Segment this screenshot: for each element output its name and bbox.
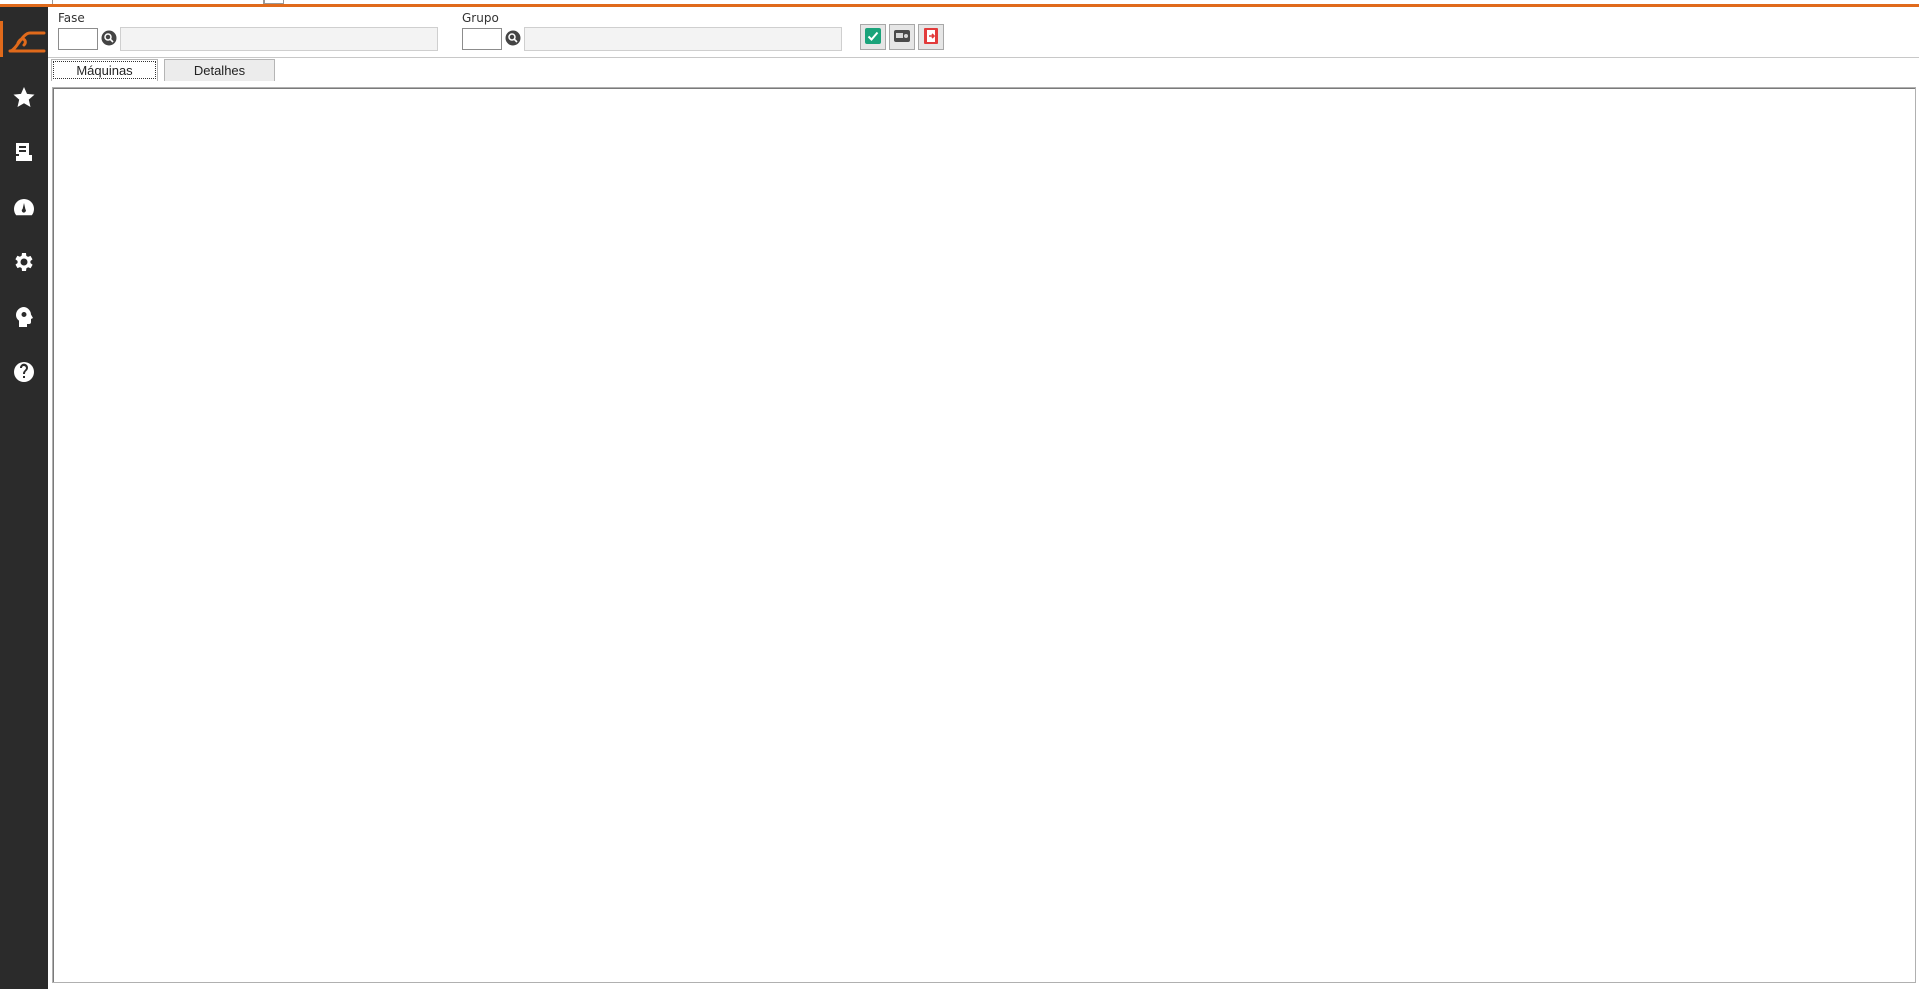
- machines-panel: [52, 87, 1916, 983]
- gear-icon: [12, 250, 36, 277]
- filter-separator: [48, 57, 1919, 58]
- fase-label: Fase: [58, 11, 85, 25]
- app-logo: [0, 21, 48, 61]
- grupo-code-input[interactable]: [462, 28, 502, 50]
- fase-search-icon[interactable]: [101, 30, 117, 46]
- tab-maquinas[interactable]: Máquinas: [51, 59, 158, 81]
- grupo-description-field: [524, 27, 842, 51]
- star-icon: [12, 85, 36, 112]
- exit-icon: [922, 27, 940, 48]
- dashboard-icon: [12, 195, 36, 222]
- help-icon: [12, 360, 36, 387]
- grupo-label: Grupo: [462, 11, 499, 25]
- report-icon: [12, 140, 36, 167]
- grupo-search-icon[interactable]: [505, 30, 521, 46]
- confirm-check-icon: [864, 27, 882, 48]
- automation-button[interactable]: [0, 296, 48, 340]
- fase-code-input[interactable]: [58, 28, 98, 50]
- machine-icon: [893, 27, 911, 48]
- tab-detalhes[interactable]: Detalhes: [164, 59, 275, 81]
- dashboard-button[interactable]: [0, 186, 48, 230]
- settings-button[interactable]: [0, 241, 48, 285]
- machine-button[interactable]: [889, 24, 915, 50]
- favorites-button[interactable]: [0, 76, 48, 120]
- fase-description-field: [120, 27, 438, 51]
- help-button[interactable]: [0, 351, 48, 395]
- exit-button[interactable]: [918, 24, 944, 50]
- head-gear-icon: [12, 305, 36, 332]
- confirm-button[interactable]: [860, 24, 886, 50]
- sidebar: [0, 7, 48, 989]
- top-accent-bar: [0, 4, 1919, 7]
- reports-button[interactable]: [0, 131, 48, 175]
